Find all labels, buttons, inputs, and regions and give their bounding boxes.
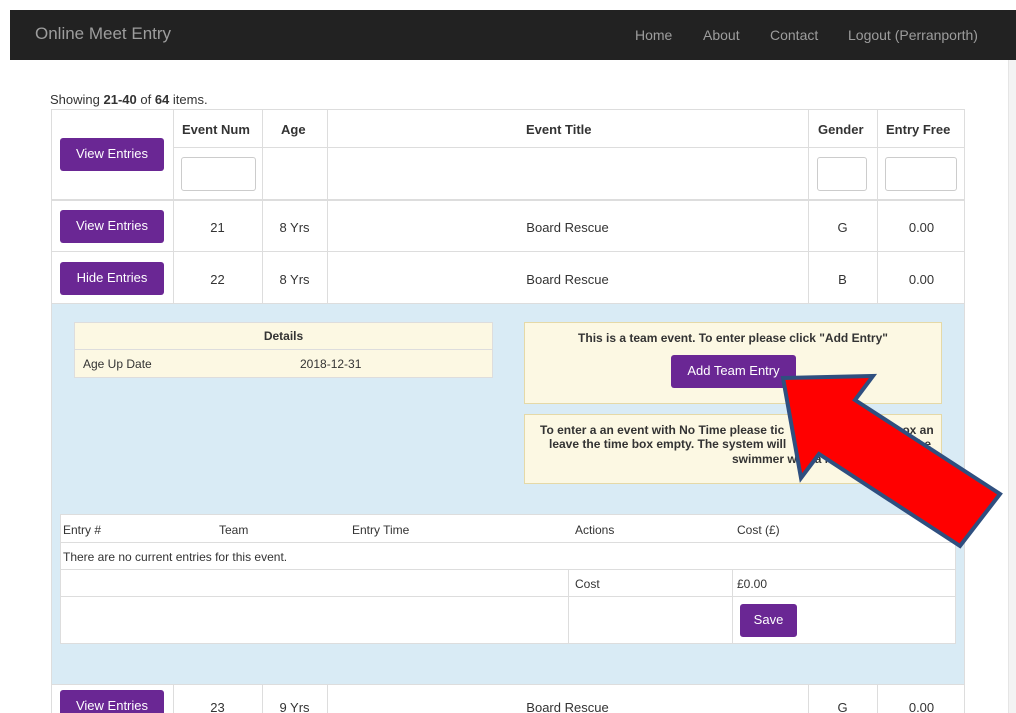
event-fee: 0.00 [908,272,935,287]
header-gender: Gender [818,122,864,137]
event-gender: B [838,272,847,287]
entries-header-entry-time: Entry Time [352,523,410,537]
event-age: 9 Yrs [279,700,310,713]
event-gender: G [837,700,848,713]
red-arrow-icon [780,373,1003,549]
event-title: Board Rescue [526,272,609,287]
nt-line-2: leave the time box empty. The system wil… [549,437,787,451]
entries-header-entry-num: Entry # [63,523,102,537]
event-num: 22 [210,272,225,287]
details-header: Details [75,323,492,350]
entries-header-actions: Actions [575,523,615,537]
brand-link[interactable]: Online Meet Entry [35,24,171,44]
scrollbar[interactable] [1008,60,1016,713]
summary-range: 21-40 [103,92,137,107]
nt-line-1: To enter a an event with No Time please … [540,423,785,437]
row-divider [61,569,955,570]
nav-contact[interactable]: Contact [770,27,818,43]
col-divider [732,569,733,643]
event-num: 21 [210,220,225,235]
nav-about[interactable]: About [703,27,740,43]
event-num: 23 [210,700,225,713]
age-up-date-label: Age Up Date [83,357,152,371]
page: Online Meet Entry Home About Contact Log… [0,0,1016,713]
event-gender: G [837,220,848,235]
nav-logout[interactable]: Logout (Perranporth) [848,27,978,43]
event-fee: 0.00 [908,700,935,713]
navbar: Online Meet Entry Home About Contact Log… [10,10,1016,60]
summary-suffix: items. [169,92,208,107]
event-title: Board Rescue [526,700,609,713]
event-age: 8 Yrs [279,272,310,287]
event-title: Board Rescue [526,220,609,235]
arrow-shape [780,373,1003,549]
hide-entries-button[interactable]: Hide Entries [60,262,164,295]
summary-total: 64 [154,92,170,107]
entries-header-cost: Cost (£) [737,523,780,537]
header-entry-fee: Entry Free [886,122,951,137]
summary-of: of [136,92,155,107]
event-age: 8 Yrs [279,220,310,235]
nav-home[interactable]: Home [635,27,672,43]
details-box: Details Age Up Date 2018-12-31 [74,322,493,378]
col-divider [568,569,569,643]
row-divider [52,251,964,252]
header-divider [173,147,964,148]
header-age: Age [281,122,306,137]
header-event-num: Event Num [182,122,250,137]
row-divider [61,596,955,597]
no-entries-message: There are no current entries for this ev… [63,550,288,564]
view-entries-button[interactable]: View Entries [60,210,164,243]
summary-prefix: Showing [50,92,104,107]
event-fee: 0.00 [908,220,935,235]
cost-value: £0.00 [737,577,768,591]
entries-header-team: Team [219,523,249,537]
gender-filter-input[interactable] [817,157,867,191]
cost-label: Cost [575,577,600,591]
view-entries-button[interactable]: View Entries [60,138,164,171]
header-event-title: Event Title [526,122,592,137]
event-num-filter-input[interactable] [181,157,256,191]
row-divider [52,684,964,685]
pagination-summary: Showing 21-40 of 64 items. [50,92,208,107]
save-button[interactable]: Save [740,604,797,637]
entry-fee-filter-input[interactable] [885,157,957,191]
team-notice-text: This is a team event. To enter please cl… [578,331,888,345]
row-divider [52,199,964,201]
view-entries-button[interactable]: View Entries [60,690,164,713]
age-up-date-value: 2018-12-31 [300,357,362,371]
